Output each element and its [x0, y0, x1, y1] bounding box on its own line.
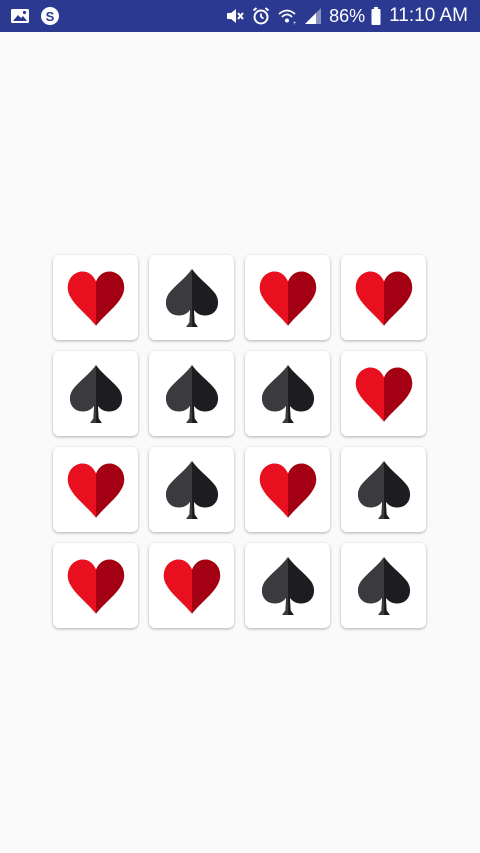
card-spade[interactable] — [341, 447, 426, 532]
spade-icon — [69, 364, 122, 423]
heart-icon — [355, 367, 412, 422]
wifi-icon: + — [277, 6, 297, 27]
spade-icon — [357, 460, 410, 519]
spade-icon — [261, 364, 314, 423]
skype-icon: S — [40, 6, 60, 26]
card-spade[interactable] — [149, 351, 234, 436]
card-spade[interactable] — [149, 447, 234, 532]
heart-icon — [67, 463, 124, 518]
heart-icon — [259, 271, 316, 326]
card-heart[interactable] — [53, 447, 138, 532]
spade-icon — [165, 460, 218, 519]
game-screen — [0, 32, 480, 853]
card-heart[interactable] — [53, 543, 138, 628]
battery-percent: 86% — [329, 6, 366, 26]
card-spade[interactable] — [341, 543, 426, 628]
heart-icon — [259, 463, 316, 518]
signal-icon — [303, 6, 323, 26]
card-heart[interactable] — [341, 351, 426, 436]
card-board — [53, 255, 427, 629]
image-icon — [10, 6, 30, 26]
card-heart[interactable] — [149, 543, 234, 628]
card-spade[interactable] — [245, 351, 330, 436]
card-heart[interactable] — [53, 255, 138, 340]
heart-icon — [67, 271, 124, 326]
heart-icon — [355, 271, 412, 326]
spade-icon — [165, 364, 218, 423]
heart-icon — [67, 559, 124, 614]
heart-icon — [163, 559, 220, 614]
card-heart[interactable] — [245, 447, 330, 532]
card-heart[interactable] — [341, 255, 426, 340]
battery-icon — [371, 6, 381, 26]
spade-icon — [261, 556, 314, 615]
svg-text:S: S — [46, 9, 55, 24]
spade-icon — [357, 556, 410, 615]
notification-icons: S — [10, 6, 60, 26]
card-heart[interactable] — [245, 255, 330, 340]
mute-icon — [225, 6, 245, 26]
clock: 11:10 AM — [389, 5, 468, 26]
card-spade[interactable] — [53, 351, 138, 436]
card-spade[interactable] — [149, 255, 234, 340]
system-status: + 86% 11:10 AM — [225, 0, 468, 32]
spade-icon — [165, 268, 218, 327]
alarm-icon — [251, 6, 271, 26]
svg-text:+: + — [293, 21, 297, 26]
status-bar: S + 86% 11:10 AM — [0, 0, 480, 32]
card-spade[interactable] — [245, 543, 330, 628]
